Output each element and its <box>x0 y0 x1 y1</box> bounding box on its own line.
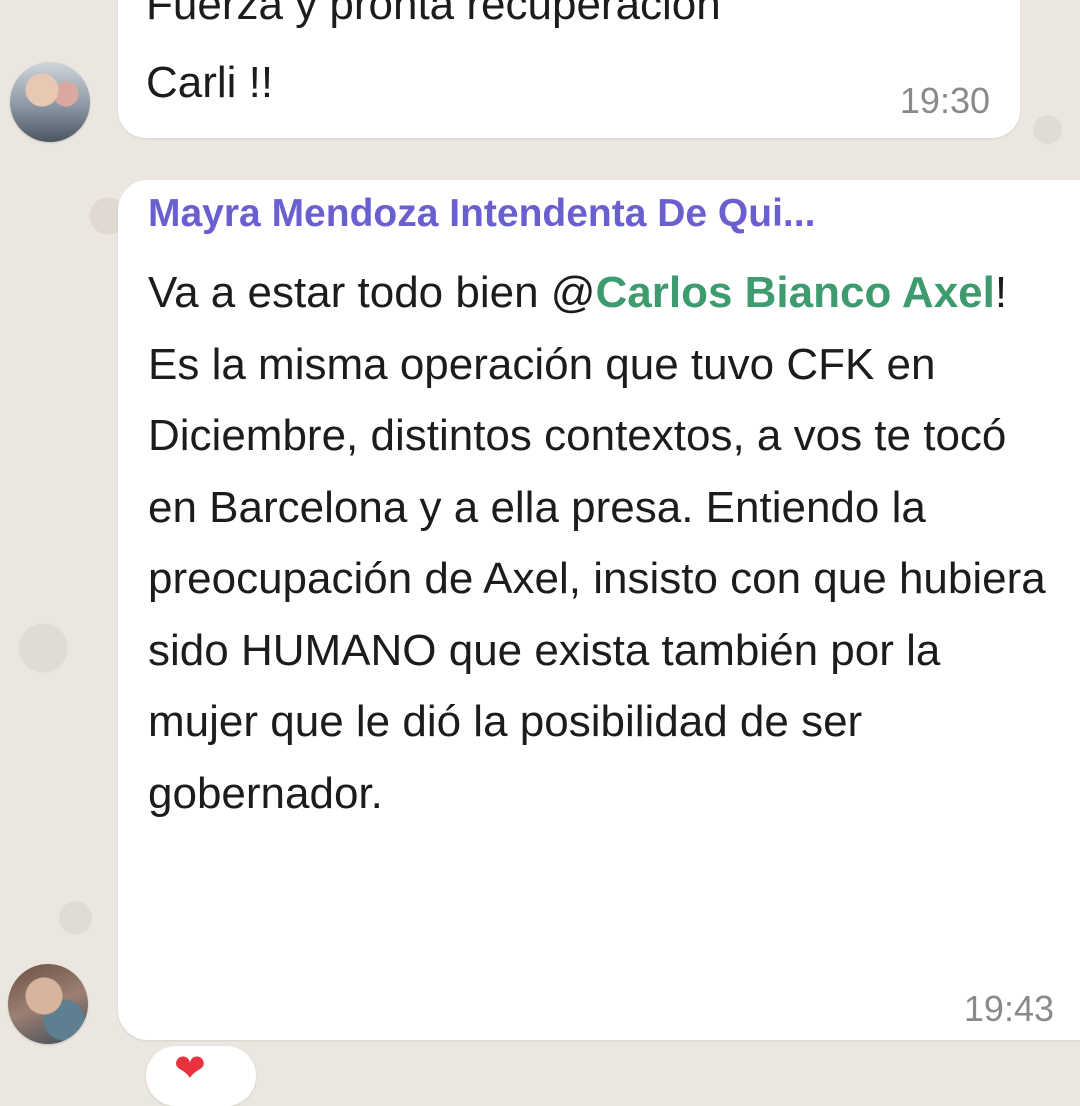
message-text-start: Va a estar todo bien @ <box>148 268 596 317</box>
message-text: Fuerza y pronta recuperación Carli !! <box>146 0 721 107</box>
message-text: Va a estar todo bien @Carlos Bianco Axel… <box>148 257 1048 829</box>
message-timestamp: 19:30 <box>899 80 990 121</box>
sender-avatar[interactable] <box>10 62 90 142</box>
message-text-rest: ! Es la misma operación que tuvo CFK en … <box>148 268 1046 818</box>
message-bubble[interactable]: Fuerza y pronta recuperación Carli !! 19… <box>118 0 1020 138</box>
mention-link[interactable]: Carlos Bianco Axel <box>595 268 994 317</box>
sender-avatar[interactable] <box>8 964 88 1044</box>
message-bubble[interactable]: Mayra Mendoza Intendenta De Qui... Va a … <box>118 180 1080 1040</box>
message-timestamp: 19:43 <box>963 988 1054 1029</box>
reaction-badge[interactable]: ❤ <box>146 1046 256 1106</box>
sender-name[interactable]: Mayra Mendoza Intendenta De Qui... <box>148 192 815 236</box>
heart-icon: ❤ <box>174 1048 206 1090</box>
